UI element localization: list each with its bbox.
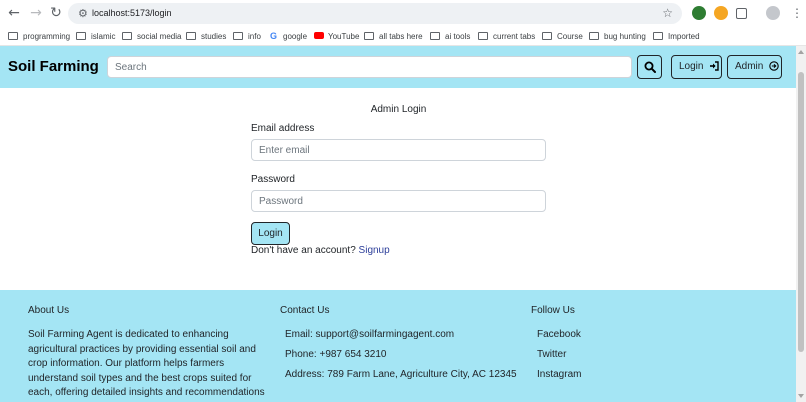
bookmark-item[interactable]: Imported [653,30,700,43]
site-info-icon[interactable]: ⚙ [78,7,88,20]
reload-icon[interactable]: ↻ [48,5,64,21]
folder-icon [76,32,86,40]
email-label: Email address [251,123,315,134]
bookmark-item[interactable]: islamic [76,30,115,43]
bookmark-item[interactable]: bug hunting [589,30,646,43]
folder-icon [122,32,132,40]
back-arrow-icon[interactable]: ← [6,5,22,21]
signup-prompt: Don't have an account? Signup [251,244,390,257]
bookmarks-bar: programming islamic social media studies… [0,27,806,46]
search-icon [644,61,656,73]
forward-arrow-icon[interactable]: → [28,5,44,21]
password-label: Password [251,174,295,185]
folder-icon [186,32,196,40]
no-account-text: Don't have an account? [251,245,356,256]
follow-heading: Follow Us [531,305,575,316]
password-field[interactable] [251,190,546,212]
youtube-icon [314,32,324,39]
login-nav-label: Login [679,61,704,72]
contact-address: Address: 789 Farm Lane, Agriculture City… [285,369,517,380]
folder-icon [542,32,552,40]
about-line: agricultural practices by providing esse… [28,343,256,355]
instagram-link[interactable]: Instagram [537,368,581,383]
page-scrollbar[interactable] [796,46,806,402]
google-icon: G [270,31,278,41]
profile-avatar-icon[interactable] [766,6,780,20]
about-heading: About Us [28,305,70,316]
contact-phone: Phone: +987 654 3210 [285,349,387,360]
bookmark-item[interactable]: Ggoogle [270,30,307,43]
about-line: understand soil types and the best crops… [28,372,252,384]
email-field[interactable] [251,139,546,161]
bookmark-item[interactable]: ai tools [430,30,470,43]
brand-logo[interactable]: Soil Farming [8,58,99,76]
folder-icon [589,32,599,40]
folder-icon [653,32,663,40]
address-bar[interactable]: ⚙ localhost:5173/login ☆ [68,3,682,24]
folder-icon [8,32,18,40]
contact-heading: Contact Us [280,305,330,316]
browser-menu-icon[interactable]: ⋮ [791,5,803,21]
extension-green-icon[interactable] [692,6,706,20]
app-navbar: Soil Farming Login Admin [0,46,796,88]
twitter-link[interactable]: Twitter [537,348,566,363]
folder-icon [233,32,243,40]
page-title: Admin Login [370,104,427,115]
bookmark-item[interactable]: social media [122,30,181,43]
bookmark-item[interactable]: all tabs here [364,30,423,43]
contact-email: Email: support@soilfarmingagent.com [285,329,455,340]
login-nav-button[interactable]: Login [671,55,722,79]
folder-icon [364,32,374,40]
login-submit-button[interactable]: Login [251,222,290,245]
extension-orange-icon[interactable] [714,6,728,20]
scroll-up-icon[interactable] [798,50,804,54]
site-footer: About Us Soil Farming Agent is dedicated… [0,290,796,402]
bookmark-item[interactable]: Course [542,30,583,43]
facebook-link[interactable]: Facebook [537,328,581,343]
circle-arrow-right-icon [769,61,779,71]
about-line: Soil Farming Agent is dedicated to enhan… [28,329,229,340]
admin-nav-label: Admin [735,61,764,72]
bookmark-item[interactable]: programming [8,30,70,43]
signup-link[interactable]: Signup [359,245,390,256]
admin-nav-button[interactable]: Admin [727,55,782,79]
address-url[interactable]: localhost:5173/login [92,7,172,20]
about-line: crop information. Our platform helps far… [28,358,225,369]
search-input[interactable] [107,56,632,78]
bookmark-item[interactable]: YouTube [314,30,359,43]
bookmark-star-icon[interactable]: ☆ [662,6,673,20]
sign-in-icon [710,61,719,71]
scrollbar-thumb[interactable] [798,72,804,352]
folder-icon [430,32,440,40]
search-button[interactable] [637,55,662,79]
browser-toolbar: ← → ↻ ⚙ localhost:5173/login ☆ ⋮ [0,0,806,27]
bookmark-item[interactable]: current tabs [478,30,535,43]
extensions-puzzle-icon[interactable] [736,8,747,19]
bookmark-item[interactable]: info [233,30,261,43]
about-line: each, offering detailed insights and rec… [28,387,265,398]
scroll-down-icon[interactable] [798,394,804,398]
bookmark-item[interactable]: studies [186,30,226,43]
folder-icon [478,32,488,40]
